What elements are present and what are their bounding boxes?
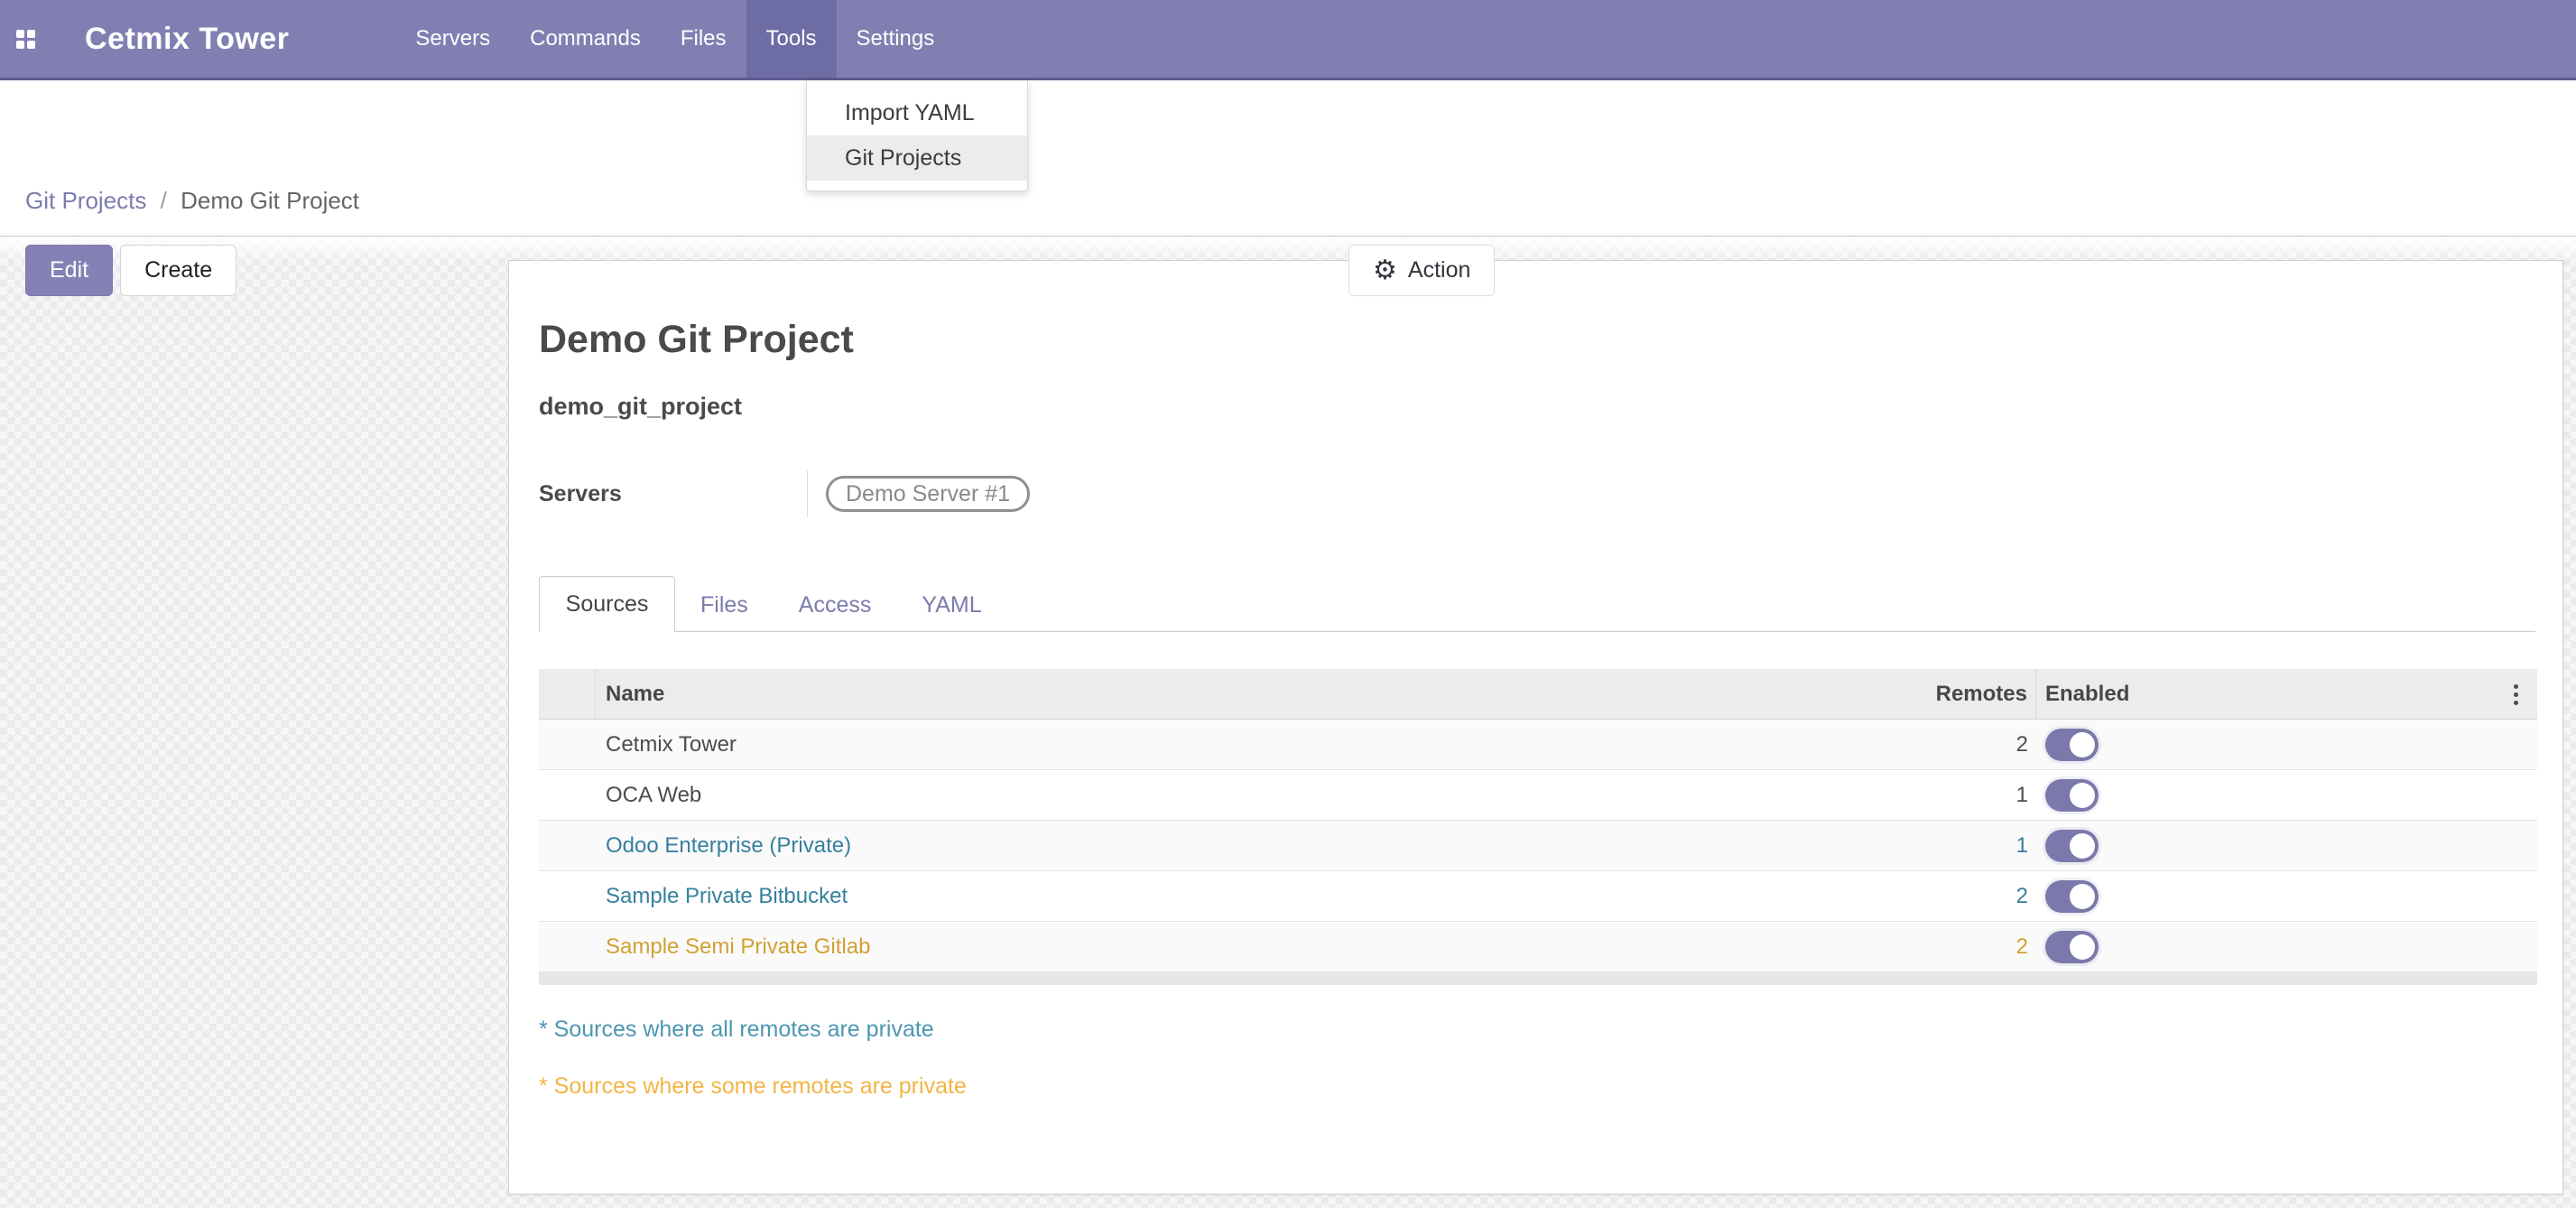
tab-access[interactable]: Access (774, 579, 897, 631)
source-remotes: 1 (1608, 833, 2036, 859)
menu-commands[interactable]: Commands (510, 0, 661, 78)
enabled-toggle[interactable] (2045, 931, 2099, 963)
apps-grid-icon (16, 30, 34, 48)
tools-dropdown: Import YAML Git Projects (806, 80, 1028, 191)
breadcrumb-current: Demo Git Project (181, 187, 359, 214)
breadcrumb-separator: / (153, 187, 174, 214)
source-name: Cetmix Tower (596, 732, 1608, 757)
record-code: demo_git_project (539, 393, 2535, 420)
menu-settings[interactable]: Settings (837, 0, 955, 78)
breadcrumb-parent-link[interactable]: Git Projects (25, 187, 146, 214)
tab-sources[interactable]: Sources (539, 576, 675, 632)
tab-yaml[interactable]: YAML (896, 579, 1006, 631)
optional-columns-icon[interactable] (2503, 682, 2528, 707)
servers-field-label: Servers (539, 481, 807, 507)
menu-tools[interactable]: Tools (746, 0, 837, 78)
source-name: Odoo Enterprise (Private) (596, 833, 1608, 859)
brand-title[interactable]: Cetmix Tower (51, 0, 314, 78)
action-button[interactable]: ⚙ Action (1348, 245, 1495, 296)
source-remotes: 2 (1608, 884, 2036, 909)
form-sheet: Demo Git Project demo_git_project Server… (508, 260, 2563, 1194)
control-panel: Git Projects / Demo Git Project Edit Cre… (0, 80, 2576, 237)
table-header-row: Name Remotes Enabled (539, 669, 2537, 720)
enabled-toggle[interactable] (2045, 830, 2099, 862)
source-remotes: 1 (1608, 783, 2036, 808)
sources-table: Name Remotes Enabled Cetmix Tower 2 OCA … (539, 669, 2537, 985)
column-header-remotes[interactable]: Remotes (1608, 669, 2036, 719)
table-row[interactable]: Odoo Enterprise (Private) 1 (539, 821, 2537, 871)
source-name: Sample Private Bitbucket (596, 884, 1608, 909)
footnote-all-private: * Sources where all remotes are private (539, 1016, 2535, 1043)
record-title: Demo Git Project (539, 317, 2535, 362)
tab-files[interactable]: Files (675, 579, 774, 631)
content-background: Demo Git Project demo_git_project Server… (0, 237, 2576, 1208)
enabled-toggle[interactable] (2045, 880, 2099, 913)
select-column-header (539, 669, 596, 719)
apps-menu-button[interactable] (0, 0, 51, 78)
table-row[interactable]: Sample Private Bitbucket 2 (539, 871, 2537, 922)
table-row[interactable]: Sample Semi Private Gitlab 2 (539, 922, 2537, 972)
servers-field-value: Demo Server #1 (807, 470, 1030, 517)
dropdown-item-git-projects[interactable]: Git Projects (807, 135, 1027, 181)
source-name: Sample Semi Private Gitlab (596, 934, 1608, 960)
server-tag: Demo Server #1 (826, 476, 1030, 512)
enabled-toggle[interactable] (2045, 779, 2099, 812)
horizontal-scrollbar-track (539, 972, 2537, 985)
gear-icon: ⚙ (1373, 257, 1397, 284)
footnote-some-private: * Sources where some remotes are private (539, 1073, 2535, 1100)
notebook-tabs: Sources Files Access YAML (539, 577, 2535, 632)
menu-files[interactable]: Files (661, 0, 746, 78)
column-header-enabled[interactable]: Enabled (2036, 682, 2537, 707)
column-header-name[interactable]: Name (596, 682, 1608, 707)
edit-button[interactable]: Edit (25, 245, 113, 296)
source-remotes: 2 (1608, 934, 2036, 960)
enabled-toggle[interactable] (2045, 729, 2099, 761)
create-button[interactable]: Create (120, 245, 236, 296)
top-navbar: Cetmix Tower Servers Commands Files Tool… (0, 0, 2576, 80)
source-name: OCA Web (596, 783, 1608, 808)
action-button-label: Action (1408, 257, 1470, 283)
table-row[interactable]: Cetmix Tower 2 (539, 720, 2537, 770)
navbar-menus: Servers Commands Files Tools Settings (395, 0, 954, 78)
menu-servers[interactable]: Servers (395, 0, 510, 78)
breadcrumb: Git Projects / Demo Git Project (25, 187, 359, 215)
servers-field-row: Servers Demo Server #1 (539, 474, 2535, 514)
dropdown-item-import-yaml[interactable]: Import YAML (807, 90, 1027, 135)
control-panel-buttons: Edit Create (25, 245, 236, 296)
source-remotes: 2 (1608, 732, 2036, 757)
table-body: Cetmix Tower 2 OCA Web 1 Odoo Enterprise… (539, 720, 2537, 972)
table-row[interactable]: OCA Web 1 (539, 770, 2537, 821)
